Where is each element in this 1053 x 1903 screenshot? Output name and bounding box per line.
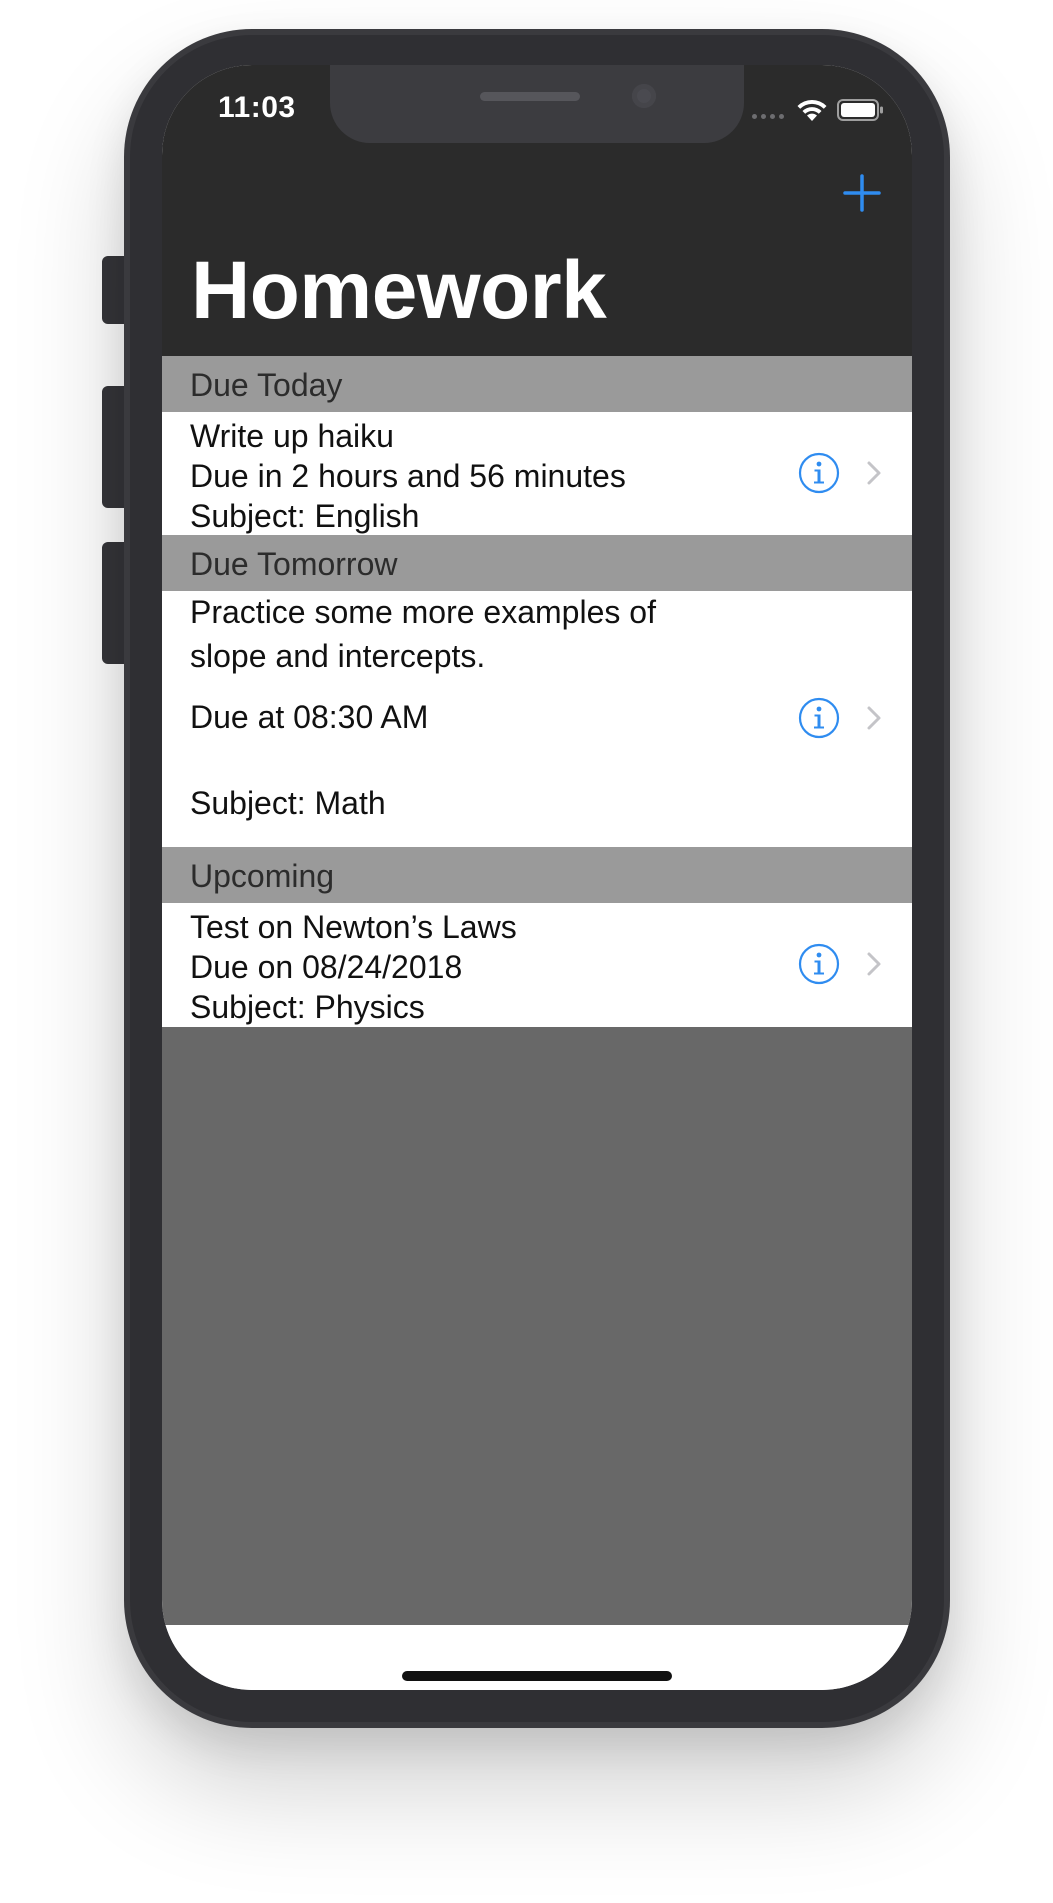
cellular-signal-icon — [752, 114, 784, 119]
homework-due: Due on 08/24/2018 — [190, 949, 463, 985]
homework-subject: Subject: English — [190, 498, 420, 534]
homework-row[interactable]: Test on Newton’s Laws Due on 08/24/2018 … — [162, 903, 912, 1026]
homework-subject: Subject: Math — [190, 785, 386, 821]
homework-row[interactable]: Write up haiku Due in 2 hours and 56 min… — [162, 412, 912, 535]
homework-title: Test on Newton’s Laws — [190, 909, 517, 945]
section-header-upcoming: Upcoming — [162, 847, 912, 903]
chevron-right-icon — [867, 952, 881, 976]
info-icon[interactable] — [798, 943, 840, 985]
homework-title: Practice some more examples of slope and… — [190, 594, 656, 674]
homework-due: Due at 08:30 AM — [190, 699, 429, 735]
homework-title: Write up haiku — [190, 418, 394, 454]
add-homework-button[interactable] — [842, 173, 882, 213]
speaker-grill — [480, 92, 580, 101]
page-title: Homework — [191, 245, 607, 336]
chevron-right-icon — [867, 461, 881, 485]
navigation-bar: 11:03 Homework — [162, 65, 912, 356]
info-icon[interactable] — [798, 697, 840, 739]
front-camera — [632, 84, 656, 108]
battery-icon — [837, 99, 883, 121]
homework-due: Due in 2 hours and 56 minutes — [190, 458, 626, 494]
status-time: 11:03 — [218, 91, 296, 124]
section-header-due-tomorrow: Due Tomorrow — [162, 535, 912, 591]
empty-list-area — [162, 1027, 912, 1625]
homework-row[interactable]: Practice some more examples of slope and… — [162, 591, 912, 847]
chevron-right-icon — [867, 706, 881, 730]
homework-list: Due Today Write up haiku Due in 2 hours … — [162, 356, 912, 1026]
screen: 11:03 Homework Due Today Write up haiku … — [162, 65, 912, 1690]
home-indicator[interactable] — [402, 1671, 672, 1681]
notch — [330, 65, 744, 143]
info-icon[interactable] — [798, 452, 840, 494]
wifi-icon — [797, 99, 827, 121]
section-header-due-today: Due Today — [162, 356, 912, 412]
homework-subject: Subject: Physics — [190, 989, 425, 1025]
device-frame: 11:03 Homework Due Today Write up haiku … — [0, 0, 1053, 1903]
